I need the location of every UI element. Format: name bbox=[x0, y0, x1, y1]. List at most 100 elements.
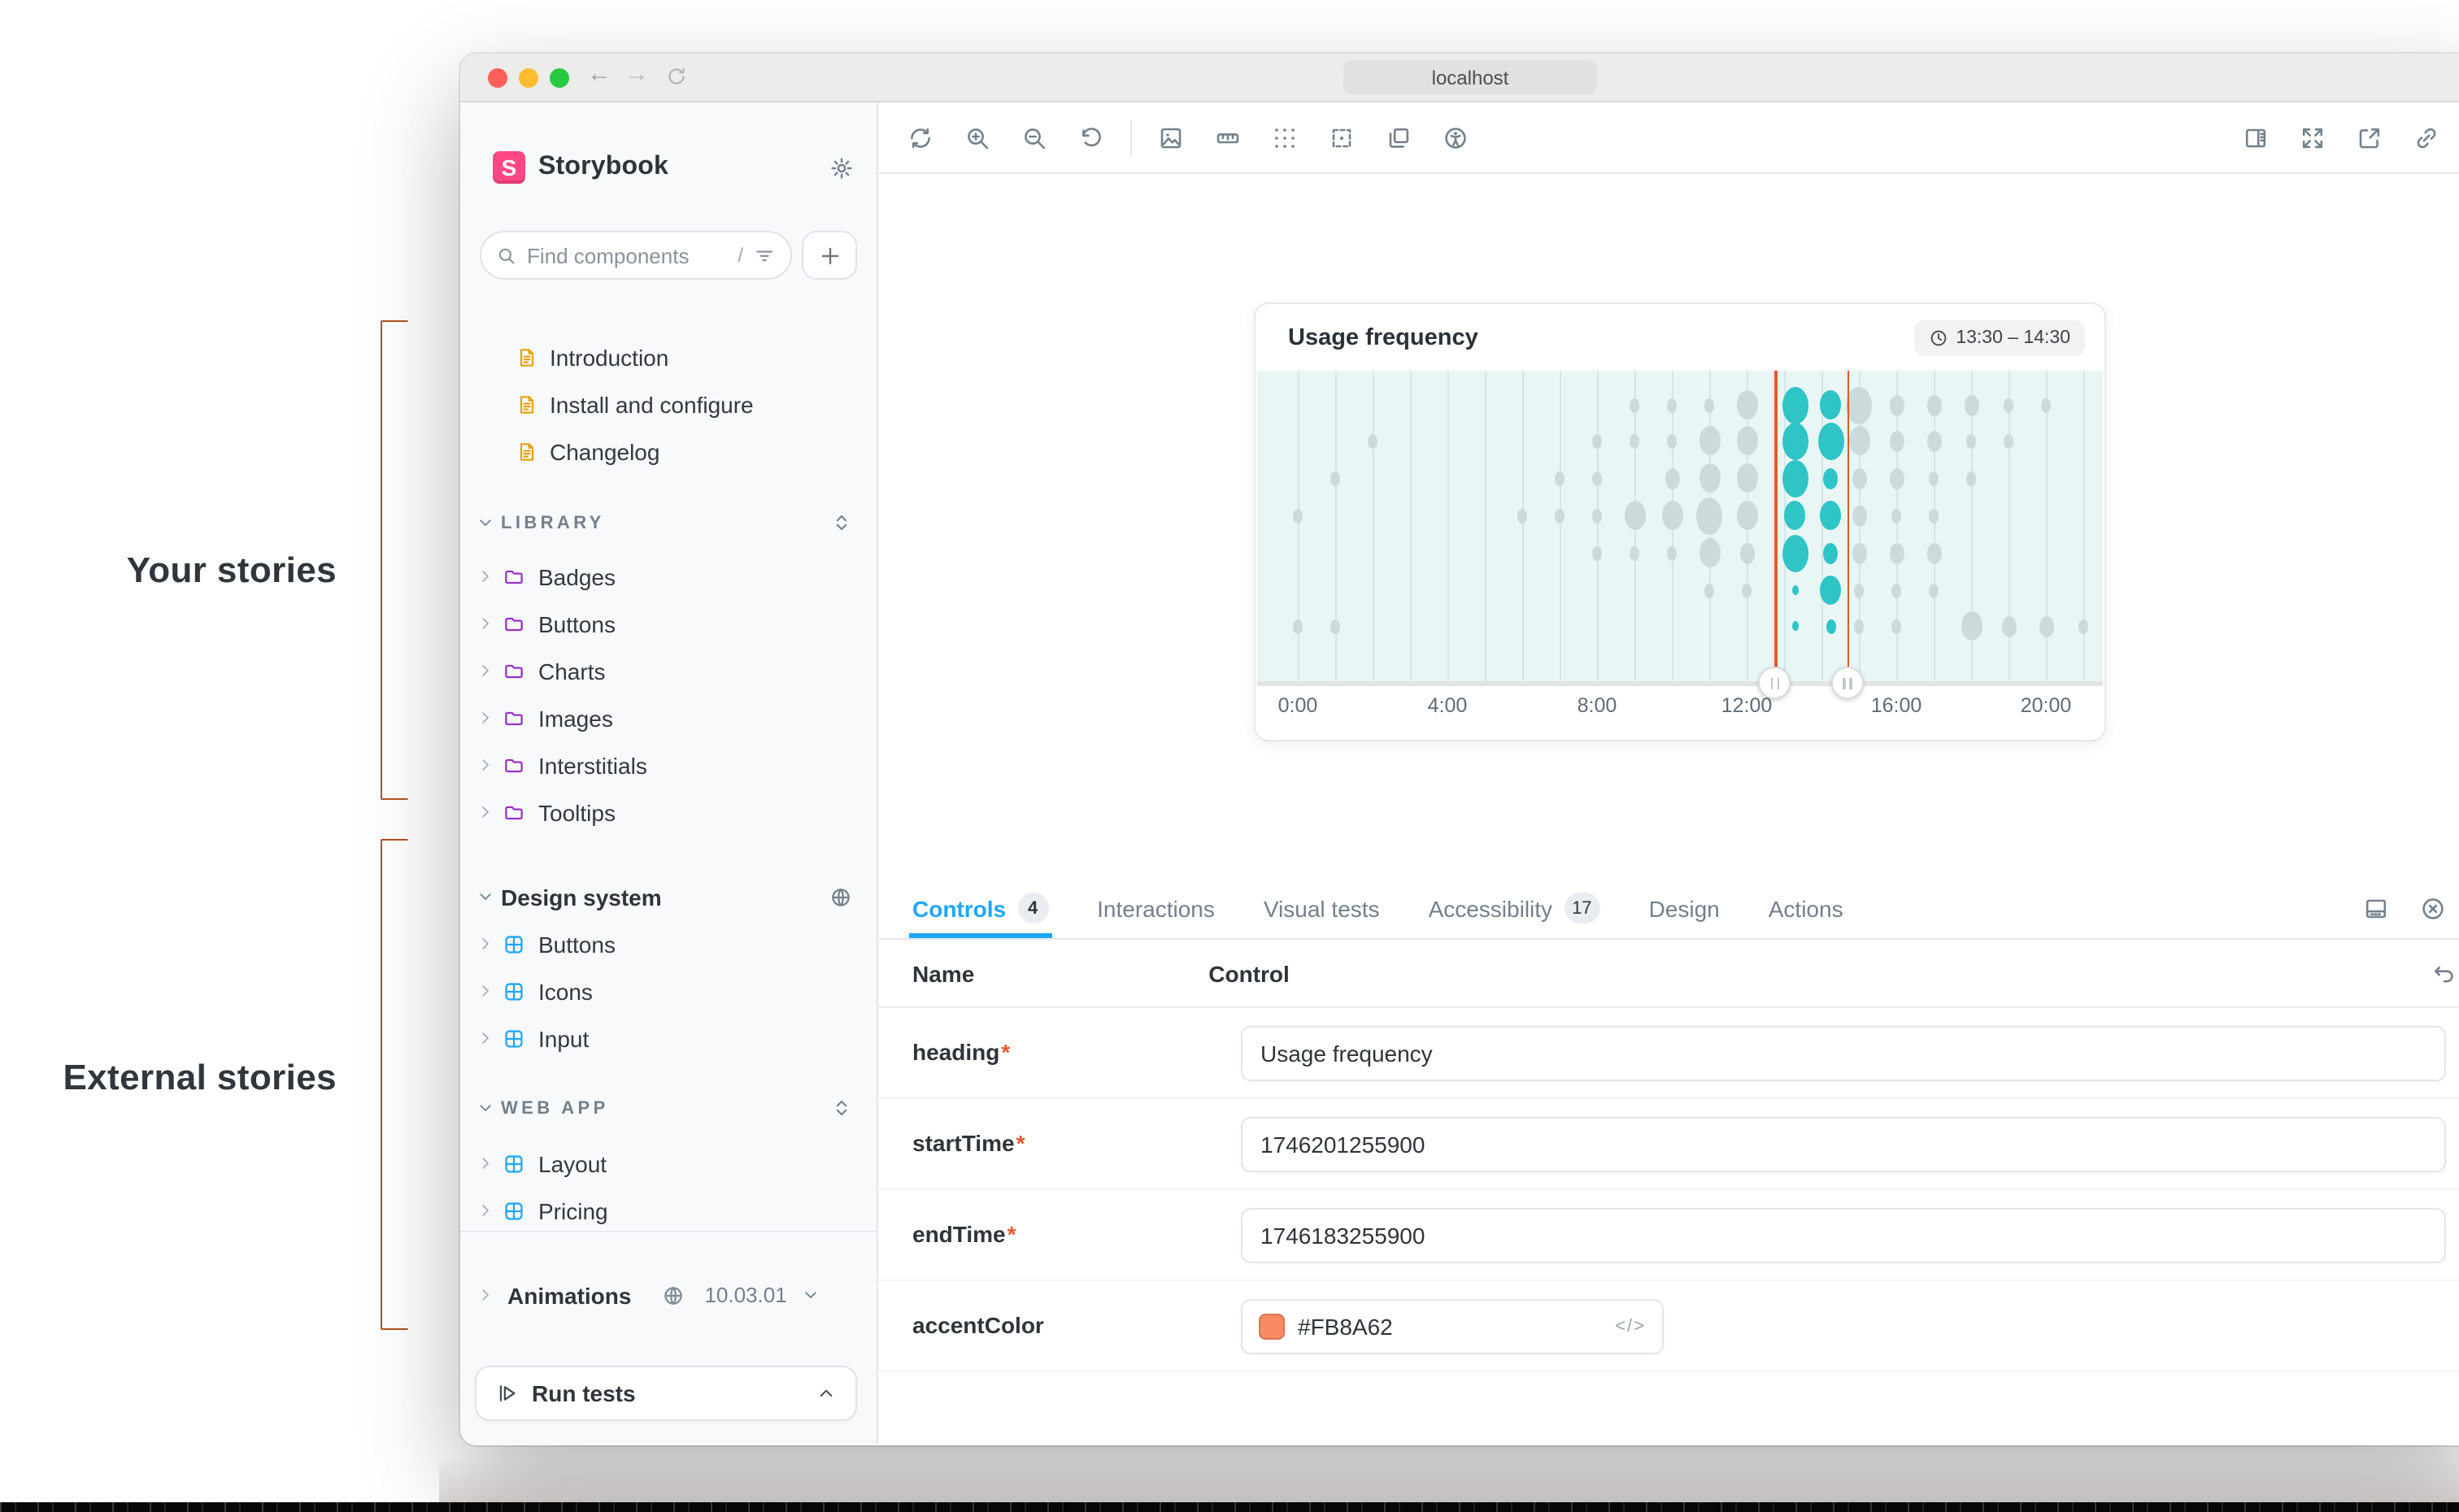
usage-frequency-card: Usage frequency 13:30 – 14:30 0:004:008:… bbox=[1254, 302, 2106, 741]
sidebar-item-layout[interactable]: Layout bbox=[460, 1140, 877, 1187]
usage-dot bbox=[1824, 467, 1839, 489]
chevron-right-icon[interactable] bbox=[477, 567, 494, 585]
sidebar-item-install-and-configure[interactable]: Install and configure bbox=[460, 380, 877, 428]
outline-button[interactable] bbox=[1319, 115, 1364, 160]
sidebar-item-images[interactable]: Images bbox=[460, 694, 877, 741]
panel-position-button[interactable] bbox=[2353, 885, 2399, 931]
reset-controls-icon[interactable] bbox=[2431, 960, 2457, 986]
usage-dot bbox=[1785, 501, 1806, 530]
folder-icon bbox=[503, 659, 525, 682]
ref-version[interactable]: 10.03.01 bbox=[704, 1283, 786, 1307]
close-icon bbox=[2420, 895, 2446, 921]
sidebar-item-input[interactable]: Input bbox=[460, 1015, 877, 1062]
heading-input[interactable] bbox=[1241, 1026, 2446, 1081]
sidebar-item-label: Changelog bbox=[550, 438, 659, 464]
sync-button[interactable] bbox=[898, 115, 943, 160]
chevron-down-icon[interactable] bbox=[802, 1286, 820, 1304]
usage-dot bbox=[1821, 390, 1842, 419]
tab-design[interactable]: Design bbox=[1649, 878, 1720, 938]
sidebar-item-introduction[interactable]: Introduction bbox=[460, 333, 877, 380]
chevron-right-icon[interactable] bbox=[477, 1286, 494, 1304]
search-input[interactable]: Find components / bbox=[480, 231, 792, 280]
gridline bbox=[1522, 371, 1524, 683]
sidebar-item-tooltips[interactable]: Tooltips bbox=[460, 789, 877, 836]
sidebar-item-interstitials[interactable]: Interstitials bbox=[460, 741, 877, 789]
sidebar-item-badges[interactable]: Badges bbox=[460, 553, 877, 600]
accessibility-button[interactable] bbox=[1433, 115, 1478, 160]
sidebar-item-charts[interactable]: Charts bbox=[460, 647, 877, 694]
minimize-window-button[interactable] bbox=[519, 68, 538, 88]
usage-dot bbox=[1782, 459, 1808, 497]
background-button[interactable] bbox=[1148, 115, 1194, 160]
chevron-up-icon[interactable] bbox=[816, 1384, 836, 1403]
zoom-out-button[interactable] bbox=[1012, 115, 1057, 160]
sidebar-item-buttons[interactable]: Buttons bbox=[460, 600, 877, 647]
chevron-right-icon[interactable] bbox=[477, 803, 494, 821]
maximize-window-button[interactable] bbox=[550, 68, 569, 88]
sidebar-item-buttons[interactable]: Buttons bbox=[460, 920, 877, 967]
collapse-icon[interactable] bbox=[831, 512, 852, 533]
zoom-in-button[interactable] bbox=[955, 115, 1000, 160]
filter-icon[interactable] bbox=[753, 244, 776, 267]
address-bar[interactable]: localhost bbox=[1343, 60, 1597, 94]
color-swatch[interactable] bbox=[1259, 1314, 1285, 1340]
copy-link-button[interactable] bbox=[2404, 115, 2449, 160]
selection-handle-end[interactable] bbox=[1831, 667, 1864, 699]
back-icon[interactable]: ← bbox=[587, 60, 611, 88]
sidebar-item-changelog[interactable]: Changelog bbox=[460, 428, 877, 475]
sidebar-item-pricing[interactable]: Pricing bbox=[460, 1187, 877, 1234]
chevron-right-icon[interactable] bbox=[477, 756, 494, 774]
reload-icon[interactable] bbox=[665, 65, 688, 88]
chevron-down-icon[interactable] bbox=[477, 888, 494, 906]
tab-visual-tests[interactable]: Visual tests bbox=[1264, 878, 1380, 938]
tab-accessibility[interactable]: Accessibility17 bbox=[1429, 878, 1600, 938]
zoom-reset-button[interactable] bbox=[1068, 115, 1114, 160]
section-header-design-system[interactable]: Design system bbox=[460, 873, 877, 920]
tab-actions[interactable]: Actions bbox=[1769, 878, 1843, 938]
viewport-button[interactable] bbox=[1376, 115, 1421, 160]
chevron-down-icon[interactable] bbox=[477, 514, 494, 532]
chevron-right-icon[interactable] bbox=[477, 1201, 494, 1219]
brand-title: Storybook bbox=[538, 153, 829, 182]
collapse-icon[interactable] bbox=[831, 1097, 852, 1119]
globe-icon[interactable] bbox=[829, 885, 852, 908]
usage-dot bbox=[1889, 542, 1904, 563]
create-story-button[interactable] bbox=[802, 231, 857, 280]
run-tests-button[interactable]: Run tests bbox=[475, 1366, 857, 1421]
chevron-right-icon[interactable] bbox=[477, 709, 494, 727]
startTime-input[interactable] bbox=[1241, 1117, 2446, 1172]
tab-interactions[interactable]: Interactions bbox=[1097, 878, 1215, 938]
component-icon bbox=[503, 1027, 525, 1049]
usage-dot bbox=[1667, 398, 1677, 412]
code-icon[interactable]: </> bbox=[1615, 1317, 1646, 1336]
usage-dot bbox=[1926, 394, 1941, 415]
tab-controls[interactable]: Controls4 bbox=[912, 878, 1048, 938]
section-header-library[interactable]: LIBRARY bbox=[460, 499, 877, 546]
panel-toggle-button[interactable] bbox=[2233, 115, 2278, 160]
gear-icon[interactable] bbox=[829, 155, 854, 180]
chevron-right-icon[interactable] bbox=[477, 982, 494, 1000]
open-external-button[interactable] bbox=[2347, 115, 2392, 160]
section-header-web-app[interactable]: WEB APP bbox=[460, 1084, 877, 1132]
usage-dot bbox=[1592, 545, 1602, 560]
sidebar-item-icons[interactable]: Icons bbox=[460, 967, 877, 1015]
forward-icon[interactable]: → bbox=[625, 60, 649, 88]
ruler-button[interactable] bbox=[1205, 115, 1251, 160]
component-icon bbox=[503, 1199, 525, 1222]
sidebar-ref-animations[interactable]: Animations 10.03.01 bbox=[460, 1271, 877, 1319]
annotation-bracket-external-stories bbox=[381, 839, 408, 1330]
zoom-in-icon bbox=[964, 124, 990, 150]
chevron-right-icon[interactable] bbox=[477, 615, 494, 632]
controls-table: heading*startTime*endTime*accentColor#FB… bbox=[878, 1008, 2459, 1444]
endTime-input[interactable] bbox=[1241, 1208, 2446, 1263]
fullscreen-button[interactable] bbox=[2290, 115, 2335, 160]
chevron-right-icon[interactable] bbox=[477, 1029, 494, 1047]
chevron-right-icon[interactable] bbox=[477, 935, 494, 953]
close-window-button[interactable] bbox=[488, 68, 507, 88]
chevron-right-icon[interactable] bbox=[477, 1154, 494, 1172]
chevron-right-icon[interactable] bbox=[477, 662, 494, 680]
accentColor-input[interactable]: #FB8A62</> bbox=[1241, 1299, 1664, 1354]
close-panel-button[interactable] bbox=[2410, 885, 2456, 931]
grid-button[interactable] bbox=[1262, 115, 1308, 160]
chevron-down-icon[interactable] bbox=[477, 1099, 494, 1117]
